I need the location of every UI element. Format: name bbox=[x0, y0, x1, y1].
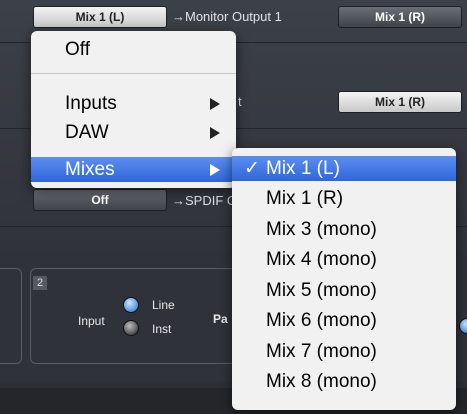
submenu-item-label: Mix 1 (R) bbox=[266, 187, 344, 209]
source-menu: Off Inputs DAW Mixes bbox=[31, 31, 236, 188]
submenu-item-mix3[interactable]: Mix 3 (mono) bbox=[232, 217, 456, 242]
input-label: Input bbox=[78, 314, 105, 328]
row3-source-button[interactable]: Off bbox=[33, 189, 167, 211]
menu-item-off[interactable]: Off bbox=[31, 37, 236, 62]
submenu-arrow-icon bbox=[210, 163, 220, 176]
submenu-item-label: Mix 1 (L) bbox=[266, 157, 340, 179]
row2-right-source-button[interactable]: Mix 1 (R) bbox=[338, 91, 462, 113]
submenu-item-label: Mix 5 (mono) bbox=[266, 279, 377, 301]
pad-label: Pa bbox=[213, 312, 228, 326]
row3-destination: →SPDIF O bbox=[172, 193, 238, 208]
line-radio[interactable] bbox=[123, 297, 139, 313]
submenu-arrow-icon bbox=[210, 97, 220, 110]
submenu-item-mix5[interactable]: Mix 5 (mono) bbox=[232, 278, 456, 303]
channel-number: 2 bbox=[33, 276, 47, 290]
submenu-item-label: Mix 3 (mono) bbox=[266, 218, 377, 240]
inst-label: Inst bbox=[152, 322, 172, 336]
row2-destination: t bbox=[238, 94, 242, 109]
mixes-submenu: ✓ Mix 1 (L) Mix 1 (R) Mix 3 (mono) Mix 4… bbox=[232, 148, 456, 410]
menu-separator bbox=[31, 73, 236, 74]
menu-item-label: DAW bbox=[65, 121, 109, 143]
submenu-item-mix1-l[interactable]: ✓ Mix 1 (L) bbox=[232, 156, 456, 181]
submenu-item-label: Mix 6 (mono) bbox=[266, 309, 377, 331]
submenu-arrow-icon bbox=[210, 126, 220, 139]
menu-item-label: Mixes bbox=[65, 158, 115, 180]
channel-strip-1 bbox=[0, 268, 22, 364]
row1-destination: →Monitor Output 1 bbox=[172, 9, 282, 24]
line-label: Line bbox=[152, 298, 175, 312]
row1-source-label: Mix 1 (L) bbox=[75, 10, 125, 24]
row2-right-source-label: Mix 1 (R) bbox=[374, 95, 425, 109]
menu-item-daw[interactable]: DAW bbox=[31, 120, 236, 145]
submenu-item-label: Mix 8 (mono) bbox=[266, 370, 377, 392]
submenu-item-mix7[interactable]: Mix 7 (mono) bbox=[232, 339, 456, 364]
submenu-item-label: Mix 7 (mono) bbox=[266, 340, 377, 362]
row3-source-label: Off bbox=[91, 193, 109, 207]
menu-item-label: Inputs bbox=[65, 92, 117, 114]
submenu-item-mix6[interactable]: Mix 6 (mono) bbox=[232, 308, 456, 333]
submenu-item-mix8[interactable]: Mix 8 (mono) bbox=[232, 369, 456, 394]
submenu-item-mix1-r[interactable]: Mix 1 (R) bbox=[232, 186, 456, 211]
checkmark-icon: ✓ bbox=[244, 158, 260, 179]
row1-source-button[interactable]: Mix 1 (L) bbox=[33, 6, 167, 28]
submenu-item-label: Mix 4 (mono) bbox=[266, 248, 377, 270]
row1-right-source-button[interactable]: Mix 1 (R) bbox=[338, 6, 462, 28]
menu-item-label: Off bbox=[65, 38, 90, 60]
menu-item-inputs[interactable]: Inputs bbox=[31, 91, 236, 116]
submenu-item-mix4[interactable]: Mix 4 (mono) bbox=[232, 247, 456, 272]
menu-item-mixes[interactable]: Mixes bbox=[31, 157, 236, 182]
inst-radio[interactable] bbox=[123, 320, 139, 336]
row1-right-source-label: Mix 1 (R) bbox=[374, 10, 425, 24]
